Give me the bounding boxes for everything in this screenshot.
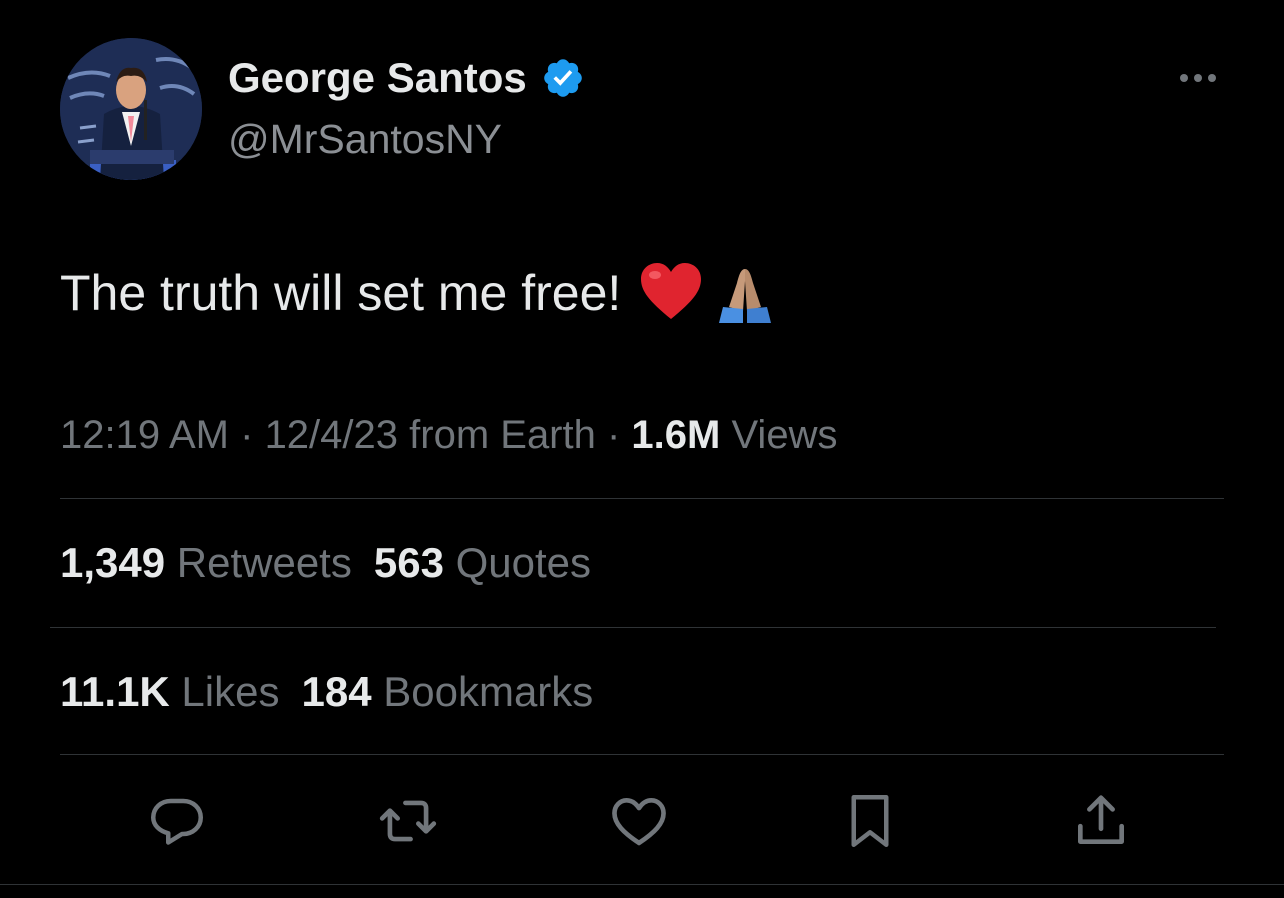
folded-hands-icon: [713, 261, 777, 325]
retweets-count[interactable]: 1,349: [60, 539, 165, 586]
more-options-icon[interactable]: [1174, 60, 1222, 96]
reply-button[interactable]: [141, 785, 213, 857]
retweets-stat[interactable]: 1,349 Retweets: [60, 539, 352, 586]
quotes-stat[interactable]: 563 Quotes: [374, 539, 591, 586]
tweet-date[interactable]: 12/4/23: [265, 413, 398, 457]
verified-badge-icon[interactable]: [541, 56, 585, 100]
likes-stat[interactable]: 11.1K Likes: [60, 668, 279, 715]
tweet-text: The truth will set me free!: [60, 265, 622, 321]
meta-separator: ·: [595, 413, 632, 457]
divider: [50, 627, 1216, 628]
tweet-time[interactable]: 12:19 AM: [60, 413, 229, 457]
quotes-count[interactable]: 563: [374, 539, 444, 586]
views-label[interactable]: Views: [720, 413, 837, 457]
reply-icon: [151, 798, 203, 845]
bookmarks-stat[interactable]: 184 Bookmarks: [301, 668, 593, 715]
quotes-label[interactable]: Quotes: [444, 539, 591, 586]
views-count[interactable]: 1.6M: [631, 413, 720, 457]
tweet-source: from Earth: [398, 413, 596, 457]
tweet-text-row: The truth will set me free!: [60, 258, 777, 328]
share-button[interactable]: [1065, 785, 1137, 857]
bookmarks-label[interactable]: Bookmarks: [372, 668, 593, 715]
divider: [60, 498, 1224, 499]
author-display-name[interactable]: George Santos: [228, 52, 527, 104]
bookmarks-count[interactable]: 184: [301, 668, 371, 715]
retweet-quote-stats: 1,349 Retweets 563 Quotes: [60, 536, 591, 590]
meta-separator: ·: [229, 413, 265, 457]
share-icon: [1078, 795, 1124, 844]
tweet-meta: 12:19 AM · 12/4/23 from Earth · 1.6M Vie…: [60, 408, 837, 462]
divider: [60, 754, 1224, 755]
likes-label[interactable]: Likes: [170, 668, 279, 715]
retweet-icon: [379, 800, 437, 842]
bookmark-button[interactable]: [834, 785, 906, 857]
bookmark-icon: [851, 795, 889, 847]
like-bookmark-stats: 11.1K Likes 184 Bookmarks: [60, 665, 593, 719]
red-heart-icon: [639, 261, 703, 325]
avatar[interactable]: [60, 38, 202, 180]
like-icon: [612, 798, 666, 846]
likes-count[interactable]: 11.1K: [60, 668, 170, 715]
author-handle[interactable]: @MrSantosNY: [228, 113, 502, 165]
author-name-row[interactable]: George Santos: [228, 52, 585, 104]
like-button[interactable]: [603, 785, 675, 857]
divider: [0, 884, 1284, 885]
retweets-label[interactable]: Retweets: [165, 539, 352, 586]
retweet-button[interactable]: [372, 785, 444, 857]
